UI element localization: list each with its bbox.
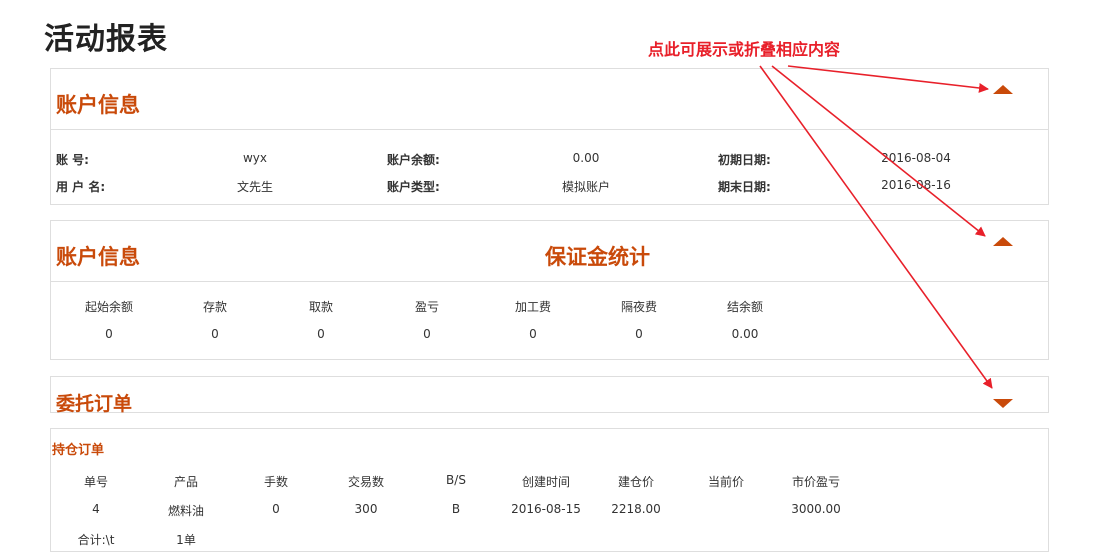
- account-info-title: 账户信息: [56, 93, 140, 117]
- margin-value: 0: [423, 327, 431, 341]
- positions-header: 市价盈亏: [791, 475, 841, 489]
- balance-label: 账户余额:: [387, 153, 440, 167]
- margin-value: 0: [317, 327, 325, 341]
- positions-header: 手数: [263, 475, 289, 489]
- account-type-value: 模拟账户: [561, 180, 611, 194]
- positions-cell: 4: [92, 502, 100, 516]
- margin-header: 盈亏: [414, 300, 440, 314]
- annotation-text: 点此可展示或折叠相应内容: [648, 40, 841, 59]
- margin-header: 存款: [202, 300, 228, 314]
- margin-header: 结余额: [726, 300, 764, 314]
- total-label: 合计:\t: [77, 533, 115, 547]
- positions-cell: 燃料油: [167, 504, 205, 518]
- positions-cell: 3000.00: [791, 502, 841, 516]
- page-title: 活动报表: [44, 22, 168, 57]
- orders-panel: 委托订单: [50, 376, 1049, 415]
- margin-header: 取款: [308, 300, 334, 314]
- positions-header: 当前价: [707, 475, 745, 489]
- account-info-header: 账户信息: [51, 69, 1048, 130]
- margin-stats-header: 账户信息 保证金统计: [51, 221, 1048, 282]
- positions-cell: B: [451, 502, 461, 516]
- positions-cell: 0: [272, 502, 280, 516]
- positions-header: 产品: [173, 475, 199, 489]
- positions-header: 创建时间: [521, 475, 571, 489]
- margin-value: 0: [105, 327, 113, 341]
- account-value: wyx: [242, 151, 268, 165]
- start-date-label: 初期日期:: [718, 153, 771, 167]
- positions-header: 交易数: [347, 475, 385, 489]
- positions-header: 建仓价: [617, 475, 655, 489]
- margin-value: 0: [211, 327, 219, 341]
- orders-title: 委托订单: [56, 393, 133, 415]
- total-value: 1单: [176, 533, 196, 547]
- margin-value: 0: [529, 327, 537, 341]
- margin-stats-subtitle: 保证金统计: [545, 245, 650, 269]
- margin-header: 加工费: [514, 300, 552, 314]
- margin-value: 0: [635, 327, 643, 341]
- positions-header: B/S: [446, 473, 466, 487]
- username-label: 用 户 名:: [56, 180, 106, 194]
- expand-arrow-icon[interactable]: [993, 399, 1013, 408]
- margin-stats-panel: 账户信息 保证金统计 起始余额 存款 取款 盈亏 加工费 隔夜费 结余额 0 0…: [50, 220, 1049, 360]
- margin-stats-title: 账户信息: [56, 245, 140, 269]
- username-value: 文先生: [236, 180, 274, 194]
- margin-header: 起始余额: [84, 300, 134, 314]
- positions-cell: 2016-08-15: [511, 502, 581, 516]
- collapse-arrow-icon[interactable]: [993, 237, 1013, 246]
- positions-header: 单号: [83, 475, 109, 489]
- account-info-panel: 账户信息 账 号: wyx 账户余额: 0.00 初期日期: 2016-08-0…: [50, 68, 1049, 205]
- collapse-arrow-icon[interactable]: [993, 85, 1013, 94]
- start-date-value: 2016-08-04: [881, 151, 951, 165]
- positions-title: 持仓订单: [52, 443, 105, 458]
- account-type-label: 账户类型:: [387, 180, 440, 194]
- positions-cell: 2218.00: [611, 502, 661, 516]
- balance-value: 0.00: [572, 151, 600, 165]
- positions-panel: 持仓订单 单号 产品 手数 交易数 B/S 创建时间 建仓价 当前价 市价盈亏 …: [50, 428, 1049, 552]
- positions-cell: 300: [354, 502, 378, 516]
- account-label: 账 号:: [56, 153, 89, 167]
- end-date-value: 2016-08-16: [881, 178, 951, 192]
- margin-value: 0.00: [731, 327, 759, 341]
- end-date-label: 期末日期:: [718, 180, 771, 194]
- margin-header: 隔夜费: [620, 300, 658, 314]
